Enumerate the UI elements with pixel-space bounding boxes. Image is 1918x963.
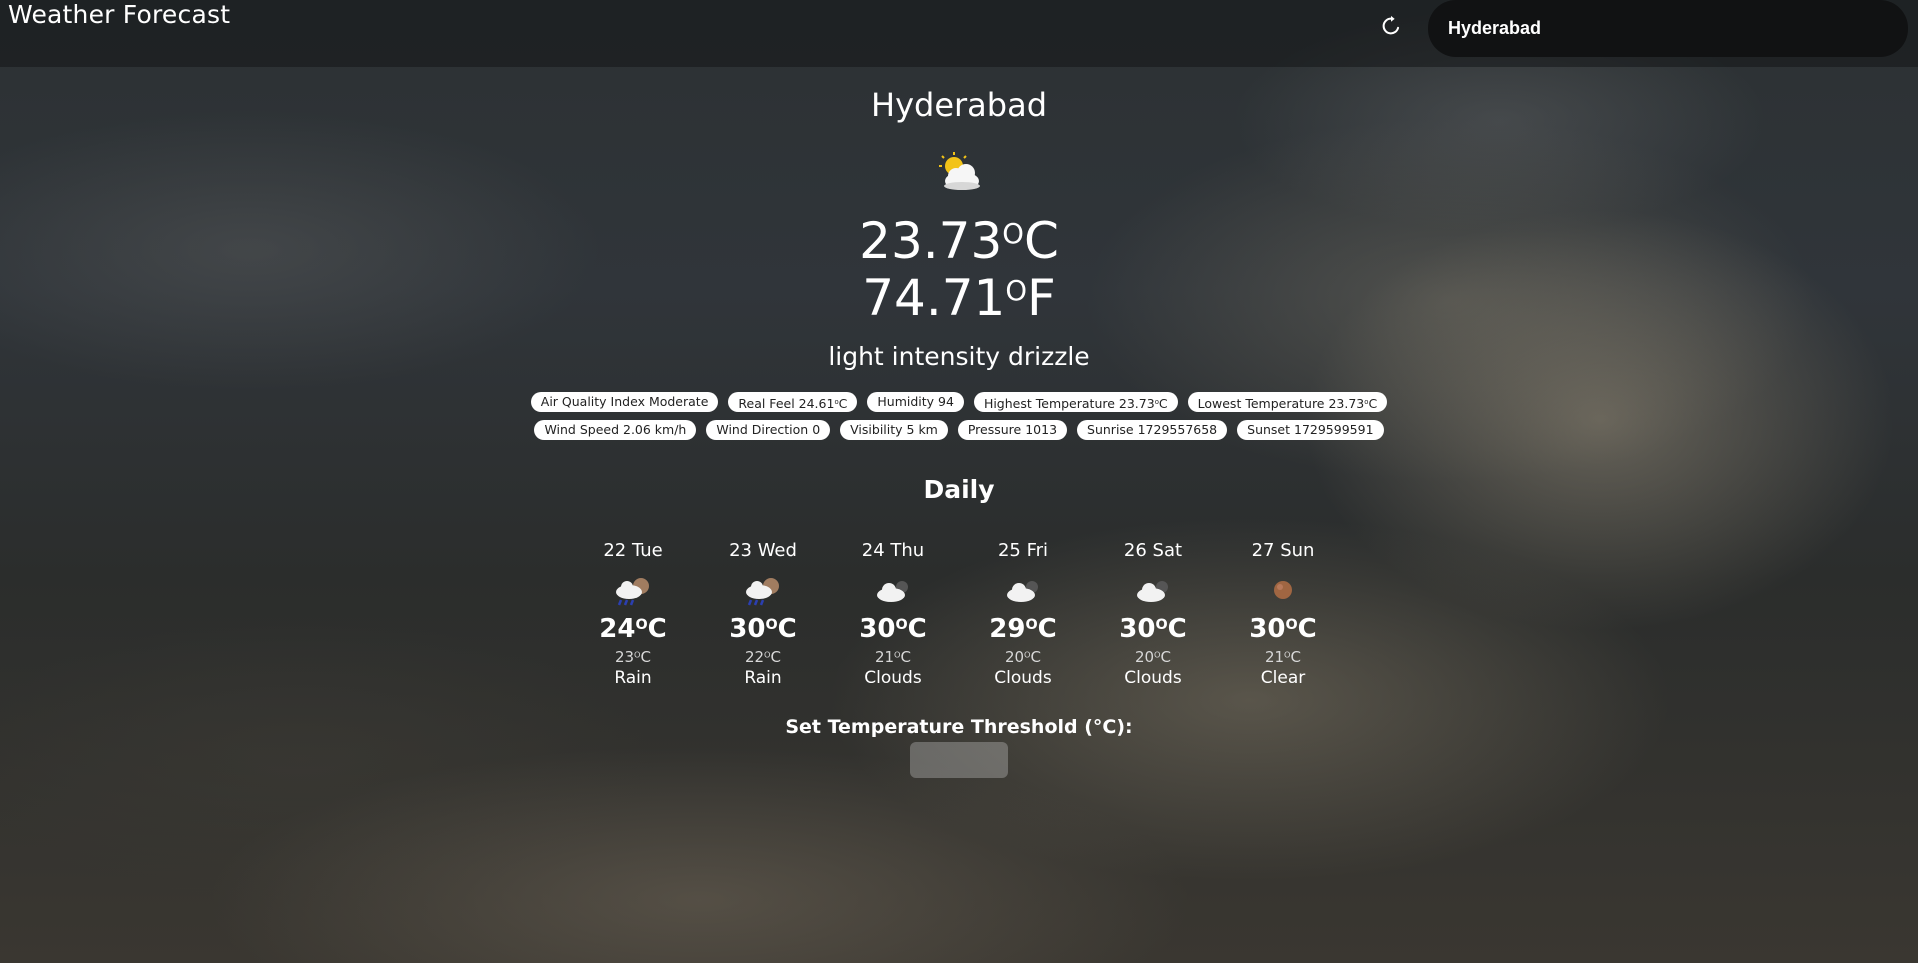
day-max-temp: 29OC — [989, 614, 1057, 644]
app-title: Weather Forecast — [8, 0, 231, 29]
day-card: 26 Sat 30OC 20OC Clouds — [1088, 540, 1218, 690]
day-card: 25 Fri 29OC 20OC Clouds — [958, 540, 1088, 690]
day-max-temp: 24OC — [599, 614, 667, 644]
moon-icon — [1274, 581, 1292, 599]
city-search-input[interactable] — [1428, 0, 1908, 57]
day-condition: Rain — [744, 668, 782, 688]
day-card: 27 Sun 30OC 21OC Clear — [1218, 540, 1348, 690]
current-temp-fahrenheit: 74.71OF — [862, 269, 1056, 328]
city-name: Hyderabad — [871, 86, 1047, 124]
day-min-temp: 22OC — [744, 648, 782, 666]
daily-title: Daily — [923, 475, 995, 504]
chip-sunset: Sunset 1729599591 — [1237, 420, 1384, 440]
day-max-temp: 30OC — [859, 614, 927, 644]
chip-wind-direction: Wind Direction 0 — [706, 420, 831, 440]
chip-lowest-temp: Lowest Temperature 23.73oC — [1187, 392, 1388, 412]
day-condition: Rain — [614, 668, 652, 688]
day-card: 23 Wed 30OC 22OC Rain — [698, 540, 828, 690]
day-min-temp: 23OC — [614, 648, 652, 666]
day-min-temp: 20OC — [1004, 648, 1042, 666]
rain-night-icon — [616, 578, 649, 606]
partly-cloudy-sun-icon — [939, 152, 980, 190]
day-max-temp: 30OC — [729, 614, 797, 644]
chip-real-feel: Real Feel 24.61oC — [728, 392, 858, 412]
threshold-label: Set Temperature Threshold (°C): — [785, 716, 1133, 738]
cloud-night-icon — [1007, 581, 1038, 602]
day-min-temp: 20OC — [1134, 648, 1172, 666]
chip-humidity: Humidity 94 — [867, 392, 964, 412]
chip-visibility: Visibility 5 km — [840, 420, 948, 440]
day-card: 22 Tue 24OC 23OC Rain — [568, 540, 698, 690]
day-name: 25 Fri — [997, 540, 1049, 561]
day-condition: Clouds — [864, 668, 922, 688]
day-name: 23 Wed — [729, 540, 797, 561]
details-row-2: Wind Speed 2.06 km/h Wind Direction 0 Vi… — [0, 420, 1918, 440]
chip-sunrise: Sunrise 1729557658 — [1077, 420, 1228, 440]
current-temp-celsius: 23.73OC — [859, 212, 1059, 271]
day-condition: Clouds — [1124, 668, 1182, 688]
day-condition: Clear — [1260, 668, 1306, 688]
day-card: 24 Thu 30OC 21OC Clouds — [828, 540, 958, 690]
cloud-night-icon — [877, 581, 908, 602]
weather-description: light intensity drizzle — [828, 342, 1090, 371]
chip-highest-temp: Highest Temperature 23.73oC — [973, 392, 1178, 412]
cloud-night-icon — [1137, 581, 1168, 602]
day-name: 24 Thu — [861, 540, 925, 561]
day-name: 27 Sun — [1251, 540, 1315, 561]
day-name: 22 Tue — [603, 540, 663, 561]
daily-forecast: 22 Tue 24OC 23OC Rain 23 Wed 30OC 22OC R… — [568, 540, 1348, 690]
day-min-temp: 21OC — [1264, 648, 1302, 666]
threshold-input[interactable] — [910, 742, 1008, 778]
rain-night-icon — [746, 578, 779, 606]
chip-wind-speed: Wind Speed 2.06 km/h — [534, 420, 697, 440]
chip-air-quality: Air Quality Index Moderate — [530, 392, 719, 412]
details-row-1: Air Quality Index Moderate Real Feel 24.… — [0, 392, 1918, 412]
day-max-temp: 30OC — [1249, 614, 1317, 644]
refresh-icon[interactable] — [1380, 15, 1402, 37]
day-condition: Clouds — [994, 668, 1052, 688]
day-name: 26 Sat — [1123, 540, 1183, 561]
day-min-temp: 21OC — [874, 648, 912, 666]
chip-pressure: Pressure 1013 — [957, 420, 1068, 440]
day-max-temp: 30OC — [1119, 614, 1187, 644]
